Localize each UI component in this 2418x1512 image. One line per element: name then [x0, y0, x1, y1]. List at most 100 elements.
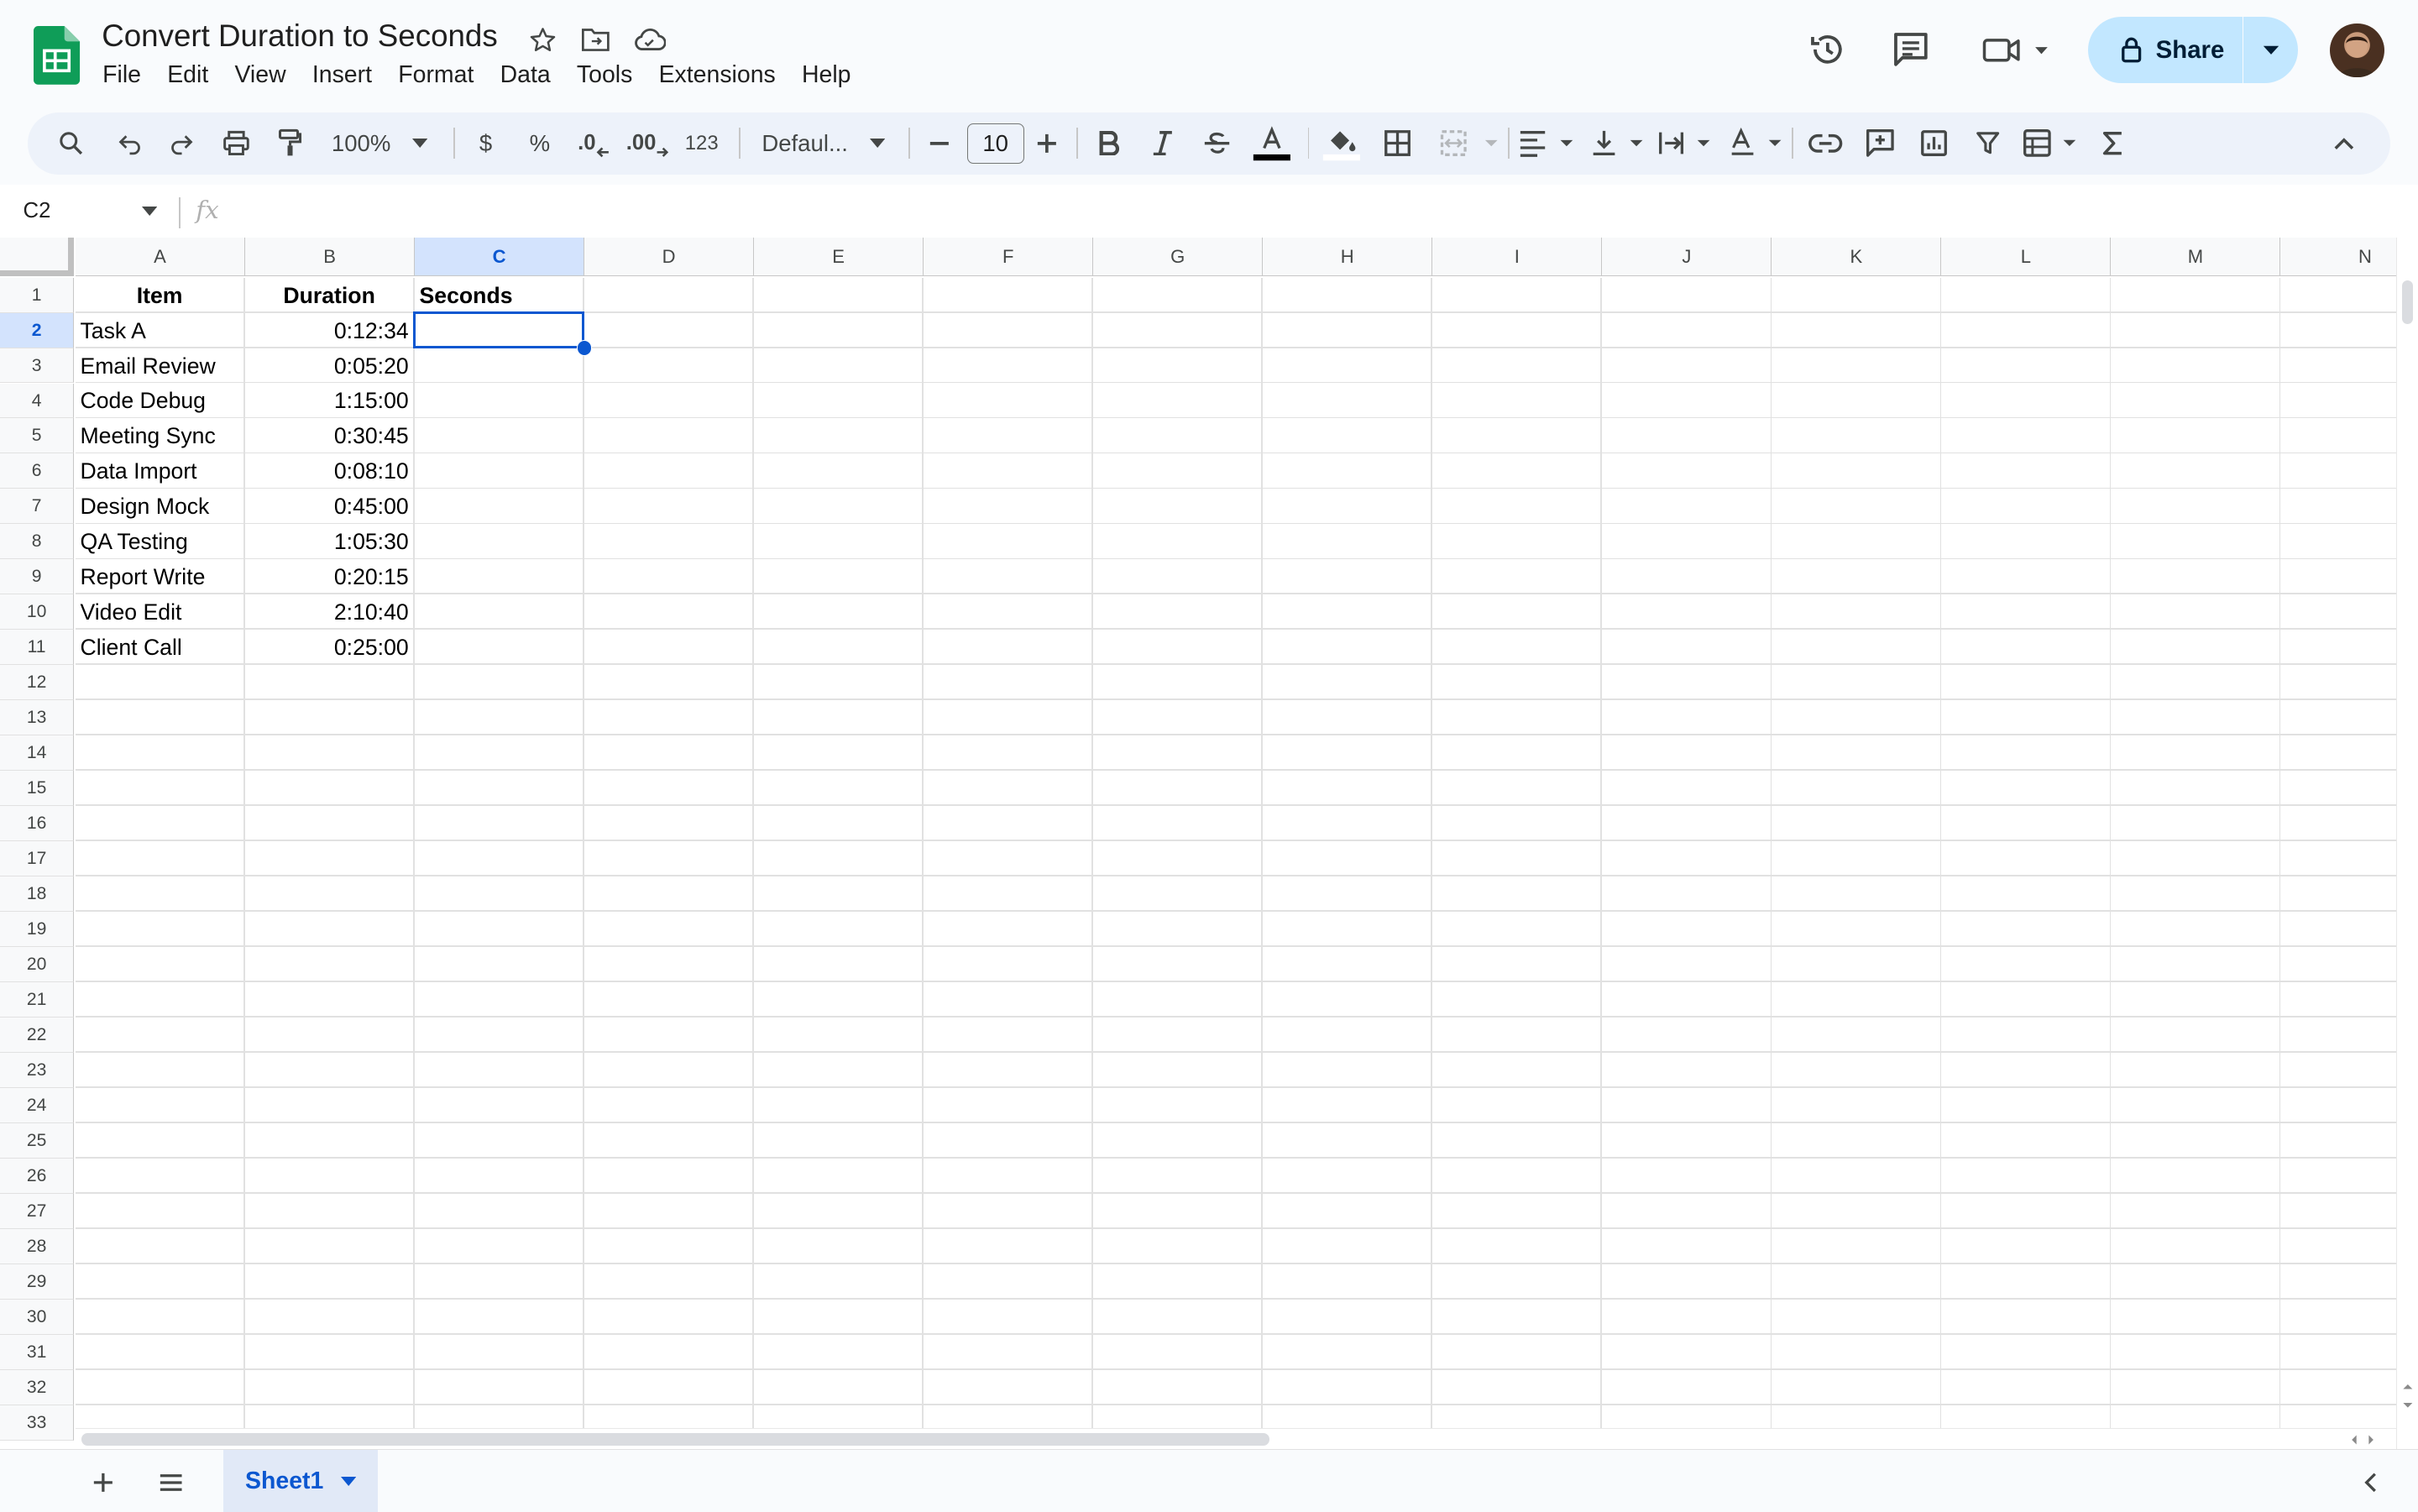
row-header-30[interactable]: 30: [0, 1299, 75, 1335]
column-header-c[interactable]: C: [415, 237, 585, 276]
horizontal-align-button[interactable]: [1517, 112, 1576, 174]
merge-cells-button[interactable]: [1434, 112, 1502, 174]
comments-icon[interactable]: [1887, 26, 1934, 72]
percent-format-button[interactable]: %: [521, 112, 558, 174]
row-header-12[interactable]: 12: [0, 665, 75, 701]
cell-item[interactable]: Video Edit: [76, 594, 243, 628]
row-header-7[interactable]: 7: [0, 489, 75, 525]
paint-format-icon[interactable]: [271, 112, 308, 174]
row-header-25[interactable]: 25: [0, 1122, 75, 1159]
column-header-e[interactable]: E: [754, 237, 924, 276]
name-box[interactable]: C2: [24, 199, 51, 223]
italic-button[interactable]: [1144, 112, 1181, 174]
create-filter-button[interactable]: [1968, 112, 2008, 174]
sheet-tab-sheet1[interactable]: Sheet1: [223, 1450, 378, 1512]
header-cell-duration[interactable]: Duration: [245, 278, 413, 311]
menu-view[interactable]: View: [222, 59, 299, 92]
more-formats-button[interactable]: 123: [680, 112, 723, 174]
cell-item[interactable]: Task A: [76, 313, 243, 347]
insert-comment-button[interactable]: [1860, 112, 1900, 174]
row-header-2[interactable]: 2: [0, 312, 75, 348]
sheets-logo-icon[interactable]: [34, 26, 81, 85]
text-rotation-button[interactable]: [1727, 112, 1786, 174]
cell-duration[interactable]: 0:08:10: [245, 453, 413, 487]
table-view-button[interactable]: [2020, 112, 2079, 174]
header-cell-seconds[interactable]: Seconds: [415, 278, 583, 311]
row-header-19[interactable]: 19: [0, 912, 75, 947]
menu-help[interactable]: Help: [788, 59, 864, 92]
move-folder-icon[interactable]: [578, 24, 612, 57]
cell-item[interactable]: Design Mock: [76, 489, 243, 522]
row-header-16[interactable]: 16: [0, 806, 75, 842]
cell-item[interactable]: Data Import: [76, 453, 243, 487]
menu-extensions[interactable]: Extensions: [646, 59, 788, 92]
currency-format-button[interactable]: $: [468, 112, 505, 174]
cell-duration[interactable]: 0:05:20: [245, 348, 413, 382]
all-sheets-menu-icon[interactable]: [154, 1466, 188, 1499]
row-header-1[interactable]: 1: [0, 277, 75, 313]
share-button[interactable]: Share: [2087, 17, 2243, 84]
cell-seconds[interactable]: [415, 348, 583, 382]
collapse-toolbar-button[interactable]: [2322, 112, 2365, 174]
account-avatar[interactable]: [2330, 23, 2384, 77]
row-header-23[interactable]: 23: [0, 1052, 75, 1088]
cell-duration[interactable]: 1:15:00: [245, 383, 413, 416]
share-dropdown-button[interactable]: [2243, 17, 2298, 84]
row-header-13[interactable]: 13: [0, 700, 75, 736]
insert-chart-button[interactable]: [1913, 112, 1954, 174]
explore-side-panel-icon[interactable]: [2356, 1469, 2384, 1497]
row-header-29[interactable]: 29: [0, 1263, 75, 1300]
menu-tools[interactable]: Tools: [563, 59, 646, 92]
fill-color-button[interactable]: [1320, 112, 1363, 174]
cell-duration[interactable]: 0:12:34: [245, 313, 413, 347]
fill-handle[interactable]: [576, 340, 593, 356]
font-family-select[interactable]: Defaul...: [752, 112, 894, 174]
horizontal-scrollbar[interactable]: [75, 1427, 2397, 1450]
cell-item[interactable]: Meeting Sync: [76, 418, 243, 452]
bold-button[interactable]: [1091, 112, 1128, 174]
meet-call-icon[interactable]: [1978, 26, 2052, 72]
insert-link-button[interactable]: [1806, 112, 1846, 174]
row-header-10[interactable]: 10: [0, 594, 75, 630]
row-header-20[interactable]: 20: [0, 947, 75, 982]
cloud-status-icon[interactable]: [632, 24, 667, 57]
add-sheet-icon[interactable]: [86, 1466, 120, 1499]
row-header-3[interactable]: 3: [0, 348, 75, 384]
active-cell-outline[interactable]: [413, 311, 585, 348]
vertical-align-button[interactable]: [1588, 112, 1647, 174]
cell-item[interactable]: Email Review: [76, 348, 243, 382]
column-header-a[interactable]: A: [75, 237, 246, 276]
header-cell-item[interactable]: Item: [76, 278, 243, 311]
borders-button[interactable]: [1379, 112, 1416, 174]
undo-icon[interactable]: [111, 112, 148, 174]
menu-insert[interactable]: Insert: [299, 59, 385, 92]
scroll-arrows-icon[interactable]: [2397, 1375, 2418, 1412]
row-header-22[interactable]: 22: [0, 1017, 75, 1053]
column-header-j[interactable]: J: [1602, 237, 1772, 276]
menu-edit[interactable]: Edit: [154, 59, 222, 92]
cell-item[interactable]: Code Debug: [76, 383, 243, 416]
row-header-26[interactable]: 26: [0, 1158, 75, 1194]
column-header-b[interactable]: B: [245, 237, 416, 276]
column-header-d[interactable]: D: [584, 237, 755, 276]
cell-seconds[interactable]: [415, 559, 583, 593]
star-icon[interactable]: [526, 24, 559, 57]
row-header-17[interactable]: 17: [0, 841, 75, 877]
menu-data[interactable]: Data: [487, 59, 563, 92]
menu-file[interactable]: File: [90, 59, 154, 92]
menu-format[interactable]: Format: [385, 59, 487, 92]
cell-duration[interactable]: 0:30:45: [245, 418, 413, 452]
decrease-font-size-button[interactable]: [922, 112, 955, 174]
cell-duration[interactable]: 1:05:30: [245, 524, 413, 557]
horizontal-scroll-thumb[interactable]: [81, 1433, 1269, 1446]
column-header-h[interactable]: H: [1263, 237, 1433, 276]
row-header-27[interactable]: 27: [0, 1193, 75, 1229]
row-header-15[interactable]: 15: [0, 771, 75, 807]
column-header-k[interactable]: K: [1772, 237, 1942, 276]
cell-seconds[interactable]: [415, 594, 583, 628]
caret-down-icon[interactable]: [141, 207, 158, 217]
print-icon[interactable]: [217, 112, 254, 174]
text-wrapping-button[interactable]: [1656, 112, 1715, 174]
row-header-32[interactable]: 32: [0, 1369, 75, 1405]
redo-icon[interactable]: [164, 112, 201, 174]
